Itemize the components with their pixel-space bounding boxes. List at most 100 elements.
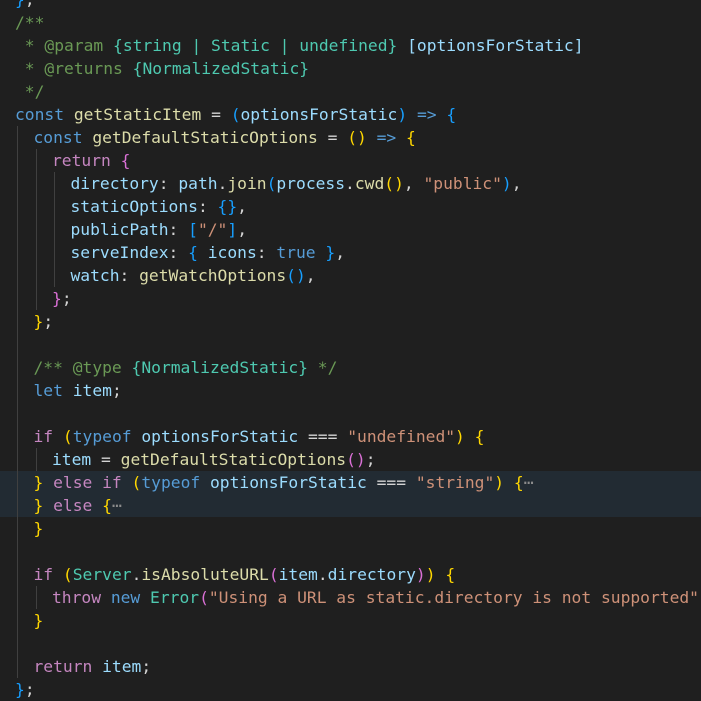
code-token: () (346, 450, 366, 469)
code-token: optionsForStatic (209, 473, 367, 492)
code-line[interactable]: }; (0, 0, 701, 11)
code-token: } (52, 289, 62, 308)
code-token: ( (266, 174, 277, 193)
code-token: () (286, 266, 306, 285)
code-line[interactable]: } else {⋯ (0, 494, 701, 517)
code-line[interactable]: return item; (0, 655, 701, 678)
indent-guide (17, 448, 18, 471)
code-token: staticOptions (70, 197, 198, 216)
code-line[interactable]: let item; (0, 379, 701, 402)
code-token: */ (307, 358, 338, 377)
code-token: => (407, 105, 447, 124)
code-token: } (33, 312, 44, 331)
code-token: : (168, 220, 189, 239)
code-token: getDefaultStaticOptions (92, 128, 318, 147)
code-line[interactable]: if (Server.isAbsoluteURL(item.directory)… (0, 563, 701, 586)
code-text: } else if (typeof optionsForStatic === "… (34, 471, 534, 494)
code-line[interactable]: }; (0, 287, 701, 310)
code-text: if (typeof optionsForStatic === "undefin… (34, 425, 485, 448)
code-line[interactable]: } (0, 517, 701, 540)
code-token: ; (24, 680, 35, 699)
code-line[interactable]: const getDefaultStaticOptions = () => { (0, 126, 701, 149)
code-token: } (315, 243, 336, 262)
code-token: } (33, 473, 44, 492)
code-line[interactable] (0, 632, 701, 655)
code-token: path (178, 174, 218, 193)
code-text: }; (15, 0, 35, 11)
code-line[interactable]: staticOptions: {}, (0, 195, 701, 218)
code-line[interactable]: publicPath: ["/"], (0, 218, 701, 241)
code-line[interactable]: * @param {string | Static | undefined} [… (0, 34, 701, 57)
code-token: [optionsForStatic] (397, 36, 584, 55)
indent-guide (35, 195, 37, 218)
code-token: Server (72, 565, 132, 584)
code-line[interactable]: }; (0, 678, 701, 701)
code-line[interactable]: */ (0, 80, 701, 103)
code-text: serveIndex: { icons: true }, (71, 241, 346, 264)
indent-guide (17, 149, 18, 172)
code-line[interactable] (0, 333, 701, 356)
code-line[interactable]: return { (0, 149, 701, 172)
code-token: , (237, 197, 247, 216)
code-line[interactable]: throw new Error("Using a URL as static.d… (0, 586, 701, 609)
code-line[interactable]: const getStaticItem = (optionsForStatic)… (0, 103, 701, 126)
code-token: ; (141, 657, 152, 676)
code-token: {string | Static | undefined} (113, 36, 398, 55)
indent-guide (54, 218, 55, 241)
code-token: new (110, 588, 151, 607)
code-line[interactable]: }; (0, 310, 701, 333)
code-line[interactable]: item = getDefaultStaticOptions(); (0, 448, 701, 471)
code-line[interactable]: serveIndex: { icons: true }, (0, 241, 701, 264)
code-token: /** @type (33, 358, 132, 377)
code-token: * @returns (15, 59, 133, 78)
code-token: join (227, 174, 267, 193)
code-text: directory: path.join(process.cwd(), "pub… (71, 172, 522, 195)
code-line[interactable]: directory: path.join(process.cwd(), "pub… (0, 172, 701, 195)
code-line[interactable]: /** @type {NormalizedStatic} */ (0, 356, 701, 379)
fold-ellipsis-icon[interactable]: ⋯ (524, 473, 534, 492)
code-token: let (33, 381, 73, 400)
code-line[interactable]: /** (0, 11, 701, 34)
code-token: === (298, 427, 348, 446)
indent-guide (17, 195, 18, 218)
code-token: { (445, 565, 456, 584)
code-text: /** @type {NormalizedStatic} */ (34, 356, 338, 379)
indent-guide (17, 379, 18, 402)
code-token: getStaticItem (73, 105, 202, 124)
code-token: item (72, 381, 112, 400)
fold-ellipsis-icon[interactable]: ⋯ (112, 496, 122, 515)
indent-guide (17, 517, 18, 540)
code-token: { (102, 496, 112, 515)
code-line[interactable]: } (0, 609, 701, 632)
code-line[interactable]: if (typeof optionsForStatic === "undefin… (0, 425, 701, 448)
code-line[interactable]: * @returns {NormalizedStatic} (0, 57, 701, 80)
indent-guide (35, 241, 37, 264)
code-token: typeof (72, 427, 142, 446)
code-token: directory (327, 565, 416, 584)
code-token: item (102, 657, 142, 676)
code-line[interactable] (0, 402, 701, 425)
code-line[interactable]: } else if (typeof optionsForStatic === "… (0, 471, 701, 494)
code-line[interactable]: watch: getWatchOptions(), (0, 264, 701, 287)
code-editor[interactable]: }; /** * @param {string | Static | undefi… (0, 0, 701, 701)
code-token: directory (70, 174, 159, 193)
code-token: { (406, 128, 416, 147)
code-token: icons (197, 243, 257, 262)
indent-guide (17, 425, 18, 448)
code-token: Error (150, 588, 200, 607)
code-token: ) (397, 105, 408, 124)
code-token: */ (15, 82, 45, 101)
code-token: = (201, 105, 231, 124)
code-token: === (366, 473, 416, 492)
code-text: return item; (34, 655, 152, 678)
code-token: : (158, 174, 179, 193)
code-token: } (33, 496, 44, 515)
code-token: optionsForStatic (141, 427, 299, 446)
code-token: ) (494, 473, 505, 492)
code-token: . (345, 174, 355, 193)
code-token: ] (227, 220, 238, 239)
code-line[interactable] (0, 540, 701, 563)
code-token: } (15, 680, 25, 699)
